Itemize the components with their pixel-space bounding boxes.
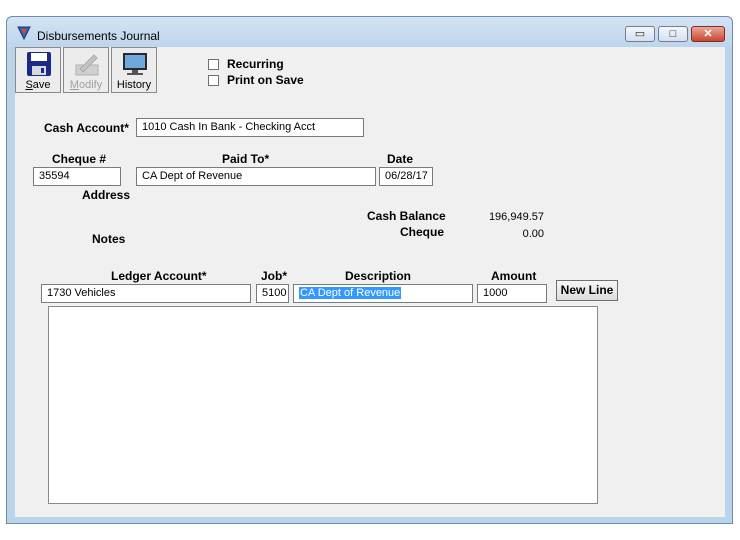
cheque-total-label: Cheque	[400, 225, 445, 239]
paid-to-field[interactable]: CA Dept of Revenue	[136, 167, 376, 186]
job-label: Job*	[261, 269, 288, 283]
minimize-button[interactable]: ▭	[625, 26, 655, 42]
cheque-number-field[interactable]: 35594	[33, 167, 121, 186]
ledger-account-label: Ledger Account*	[111, 269, 207, 283]
new-line-button[interactable]: New Line	[556, 280, 618, 301]
address-label: Address	[82, 188, 131, 202]
app-icon	[17, 26, 31, 40]
modify-button[interactable]: Modify	[63, 47, 109, 93]
description-selection: CA Dept of Revenue	[299, 287, 402, 299]
cheque-total-value: 0.00	[522, 228, 544, 240]
print-on-save-checkbox[interactable]	[208, 75, 219, 86]
modify-label: odify	[78, 79, 103, 91]
date-label: Date	[387, 152, 414, 166]
cash-balance-value: 196,949.57	[488, 211, 544, 223]
save-icon	[27, 52, 51, 76]
notes-label: Notes	[92, 232, 126, 246]
paid-to-label: Paid To*	[222, 152, 270, 166]
save-accesskey: S	[25, 79, 33, 91]
client-area: Save Modify History Recurring Print on S…	[15, 47, 725, 517]
history-icon	[123, 53, 147, 75]
maximize-icon: □	[669, 28, 677, 40]
history-button[interactable]: History	[111, 47, 157, 93]
cash-balance-label: Cash Balance	[367, 209, 446, 223]
recurring-checkbox[interactable]	[208, 59, 219, 70]
cash-account-label: Cash Account*	[44, 121, 129, 135]
print-on-save-label: Print on Save	[227, 73, 304, 87]
recurring-label: Recurring	[227, 57, 284, 71]
modify-accesskey: M	[69, 79, 79, 91]
window-title: Disbursements Journal	[37, 29, 160, 43]
maximize-button[interactable]: □	[658, 26, 688, 42]
amount-field[interactable]: 1000	[477, 284, 547, 303]
modify-icon	[75, 54, 99, 76]
save-button[interactable]: Save	[15, 47, 61, 93]
close-icon: ✕	[703, 28, 713, 40]
cash-account-field[interactable]: 1010 Cash In Bank - Checking Acct	[136, 118, 364, 137]
job-field[interactable]: 5100	[256, 284, 289, 303]
description-label: Description	[345, 269, 412, 283]
window: Disbursements Journal ▭ □ ✕ Save Modify	[6, 16, 733, 524]
ledger-account-field[interactable]: 1730 Vehicles	[41, 284, 251, 303]
history-label: History	[116, 79, 152, 91]
title-bar[interactable]: Disbursements Journal ▭ □ ✕	[7, 17, 732, 47]
cheque-number-label: Cheque #	[52, 152, 107, 166]
minimize-icon: ▭	[634, 28, 646, 40]
date-field[interactable]: 06/28/17	[379, 167, 433, 186]
save-label: ave	[32, 79, 51, 91]
amount-label: Amount	[491, 269, 537, 283]
close-button[interactable]: ✕	[691, 26, 725, 42]
description-field[interactable]: CA Dept of Revenue	[293, 284, 473, 303]
journal-lines-list[interactable]	[48, 306, 598, 504]
